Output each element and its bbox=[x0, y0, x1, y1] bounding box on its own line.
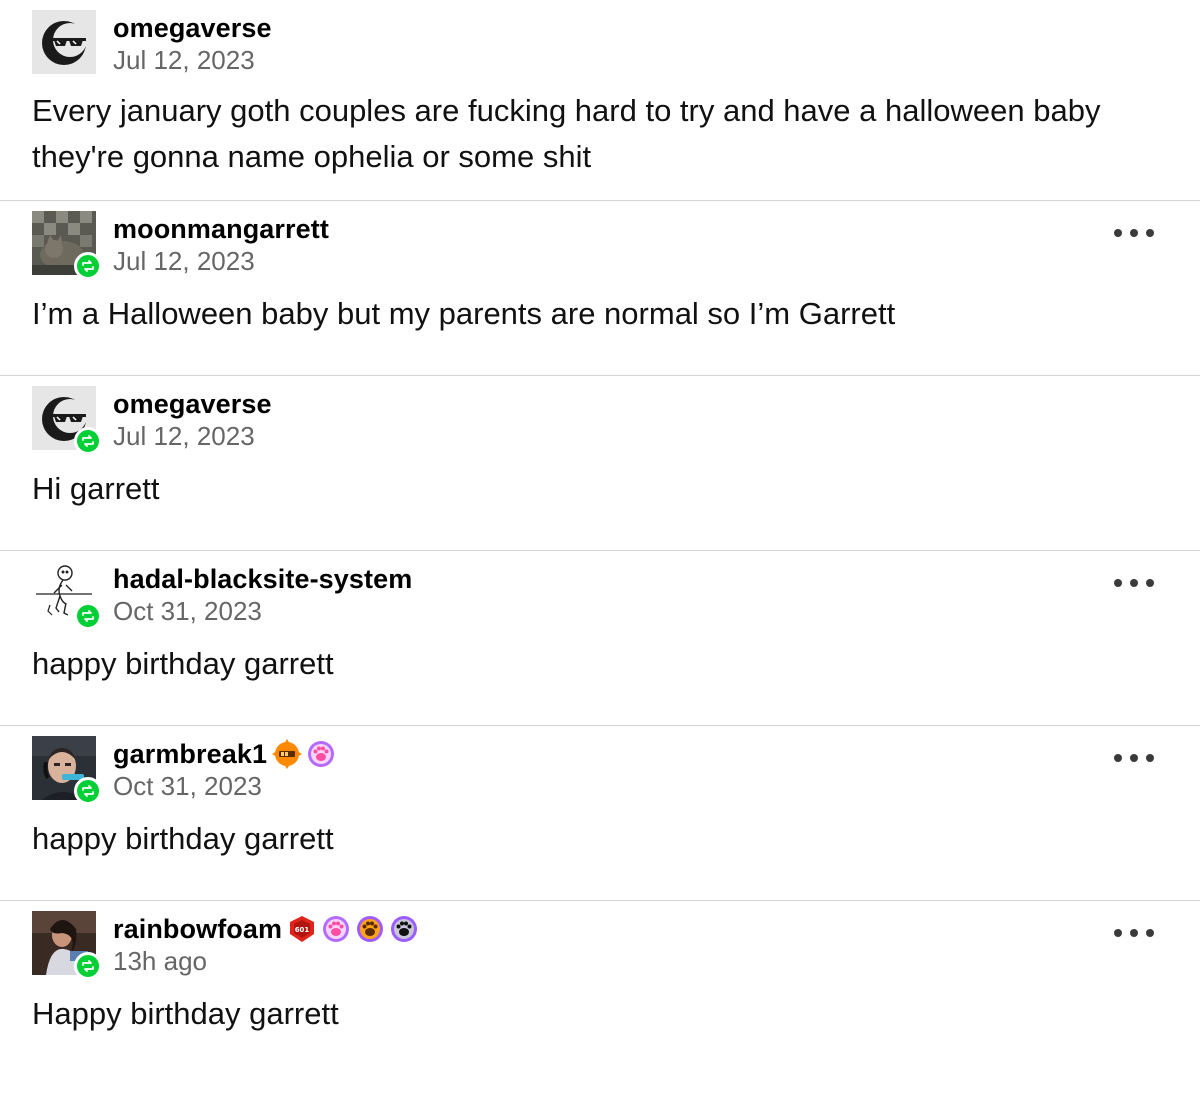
avatar[interactable] bbox=[32, 211, 102, 280]
post-date[interactable]: 13h ago bbox=[113, 945, 419, 977]
orange-sun-badge-icon[interactable] bbox=[272, 739, 303, 769]
post-date[interactable]: Jul 12, 2023 bbox=[113, 420, 272, 452]
post-header: moonmangarrett Jul 12, 2023 bbox=[32, 211, 1168, 280]
post-date[interactable]: Oct 31, 2023 bbox=[113, 770, 336, 802]
reblog-badge bbox=[74, 602, 102, 630]
reblog-icon bbox=[82, 260, 94, 272]
dot-icon bbox=[1146, 754, 1154, 762]
reblog-icon bbox=[82, 610, 94, 622]
dot-icon bbox=[1114, 929, 1122, 937]
post-header: garmbreak1 Oct 31, 2023 bbox=[32, 736, 1168, 805]
username-row: hadal-blacksite-system bbox=[113, 563, 412, 595]
username-link[interactable]: omegaverse bbox=[113, 12, 272, 44]
dot-icon bbox=[1130, 754, 1138, 762]
post-date[interactable]: Jul 12, 2023 bbox=[113, 245, 329, 277]
post-body: Hi garrett bbox=[32, 471, 160, 506]
reblog-icon bbox=[82, 960, 94, 972]
username-link[interactable]: rainbowfoam bbox=[113, 913, 282, 945]
username-link[interactable]: omegaverse bbox=[113, 388, 272, 420]
dot-icon bbox=[1146, 579, 1154, 587]
post-header: omegaverse Jul 12, 2023 bbox=[32, 10, 1168, 76]
badge-list bbox=[272, 739, 336, 769]
reblog-icon bbox=[82, 785, 94, 797]
reblog-badge bbox=[74, 777, 102, 805]
reblog-badge bbox=[74, 952, 102, 980]
username-row: rainbowfoam 601 bbox=[113, 913, 419, 945]
post-omegaverse-original: omegaverse Jul 12, 2023 Every january go… bbox=[0, 0, 1200, 201]
username-link[interactable]: garmbreak1 bbox=[113, 738, 267, 770]
post-meta: garmbreak1 Oct 31, 2023 bbox=[113, 736, 336, 802]
dot-icon bbox=[1130, 929, 1138, 937]
red-shield-badge-icon[interactable]: 601 bbox=[287, 914, 317, 944]
username-row: omegaverse bbox=[113, 388, 272, 420]
badge-list: 601 bbox=[287, 914, 419, 944]
post-meta: omegaverse Jul 12, 2023 bbox=[113, 10, 272, 76]
post-date[interactable]: Jul 12, 2023 bbox=[113, 44, 272, 76]
post-body: I’m a Halloween baby but my parents are … bbox=[32, 296, 896, 331]
pink-paw-badge-icon[interactable] bbox=[306, 739, 336, 769]
post-meta: rainbowfoam 601 13h ago bbox=[113, 911, 419, 977]
post-omegaverse-reply: omegaverse Jul 12, 2023 Hi garrett bbox=[0, 376, 1200, 551]
post-meta: omegaverse Jul 12, 2023 bbox=[113, 386, 272, 452]
avatar[interactable] bbox=[32, 561, 102, 630]
username-row: moonmangarrett bbox=[113, 213, 329, 245]
username-link[interactable]: hadal-blacksite-system bbox=[113, 563, 412, 595]
pink-paw-badge-icon[interactable] bbox=[321, 914, 351, 944]
post-garmbreak1: garmbreak1 Oct 31, 2023 happy birthday g… bbox=[0, 726, 1200, 901]
post-header: hadal-blacksite-system Oct 31, 2023 bbox=[32, 561, 1168, 630]
dot-icon bbox=[1130, 579, 1138, 587]
avatar[interactable] bbox=[32, 10, 96, 74]
post-body: Every january goth couples are fucking h… bbox=[32, 93, 1101, 174]
reblog-badge bbox=[74, 427, 102, 455]
more-options-button[interactable] bbox=[1114, 746, 1154, 770]
dot-icon bbox=[1114, 579, 1122, 587]
post-header: rainbowfoam 601 13h ago bbox=[32, 911, 1168, 980]
post-hadal-blacksite-system: hadal-blacksite-system Oct 31, 2023 happ… bbox=[0, 551, 1200, 726]
dot-icon bbox=[1146, 929, 1154, 937]
avatar[interactable] bbox=[32, 386, 102, 455]
dot-icon bbox=[1114, 229, 1122, 237]
username-row: garmbreak1 bbox=[113, 738, 336, 770]
dot-icon bbox=[1146, 229, 1154, 237]
more-options-button[interactable] bbox=[1114, 221, 1154, 245]
orange-paw-badge-icon[interactable] bbox=[355, 914, 385, 944]
more-options-button[interactable] bbox=[1114, 921, 1154, 945]
svg-text:601: 601 bbox=[295, 926, 310, 934]
post-body: happy birthday garrett bbox=[32, 821, 334, 856]
more-options-button[interactable] bbox=[1114, 571, 1154, 595]
post-date[interactable]: Oct 31, 2023 bbox=[113, 595, 412, 627]
post-body: Happy birthday garrett bbox=[32, 996, 339, 1031]
post-header: omegaverse Jul 12, 2023 bbox=[32, 386, 1168, 455]
avatar[interactable] bbox=[32, 911, 102, 980]
post-meta: hadal-blacksite-system Oct 31, 2023 bbox=[113, 561, 412, 627]
username-row: omegaverse bbox=[113, 12, 272, 44]
username-link[interactable]: moonmangarrett bbox=[113, 213, 329, 245]
post-meta: moonmangarrett Jul 12, 2023 bbox=[113, 211, 329, 277]
reblog-icon bbox=[82, 435, 94, 447]
post-rainbowfoam: rainbowfoam 601 13h ago Happy birthday g… bbox=[0, 901, 1200, 1095]
avatar[interactable] bbox=[32, 736, 102, 805]
reblog-thread: omegaverse Jul 12, 2023 Every january go… bbox=[0, 0, 1200, 1095]
sunglasses-moon-avatar-icon bbox=[32, 10, 96, 74]
post-body: happy birthday garrett bbox=[32, 646, 334, 681]
reblog-badge bbox=[74, 252, 102, 280]
post-moonmangarrett: moonmangarrett Jul 12, 2023 I’m a Hallow… bbox=[0, 201, 1200, 376]
black-paw-badge-icon[interactable] bbox=[389, 914, 419, 944]
dot-icon bbox=[1114, 754, 1122, 762]
dot-icon bbox=[1130, 229, 1138, 237]
